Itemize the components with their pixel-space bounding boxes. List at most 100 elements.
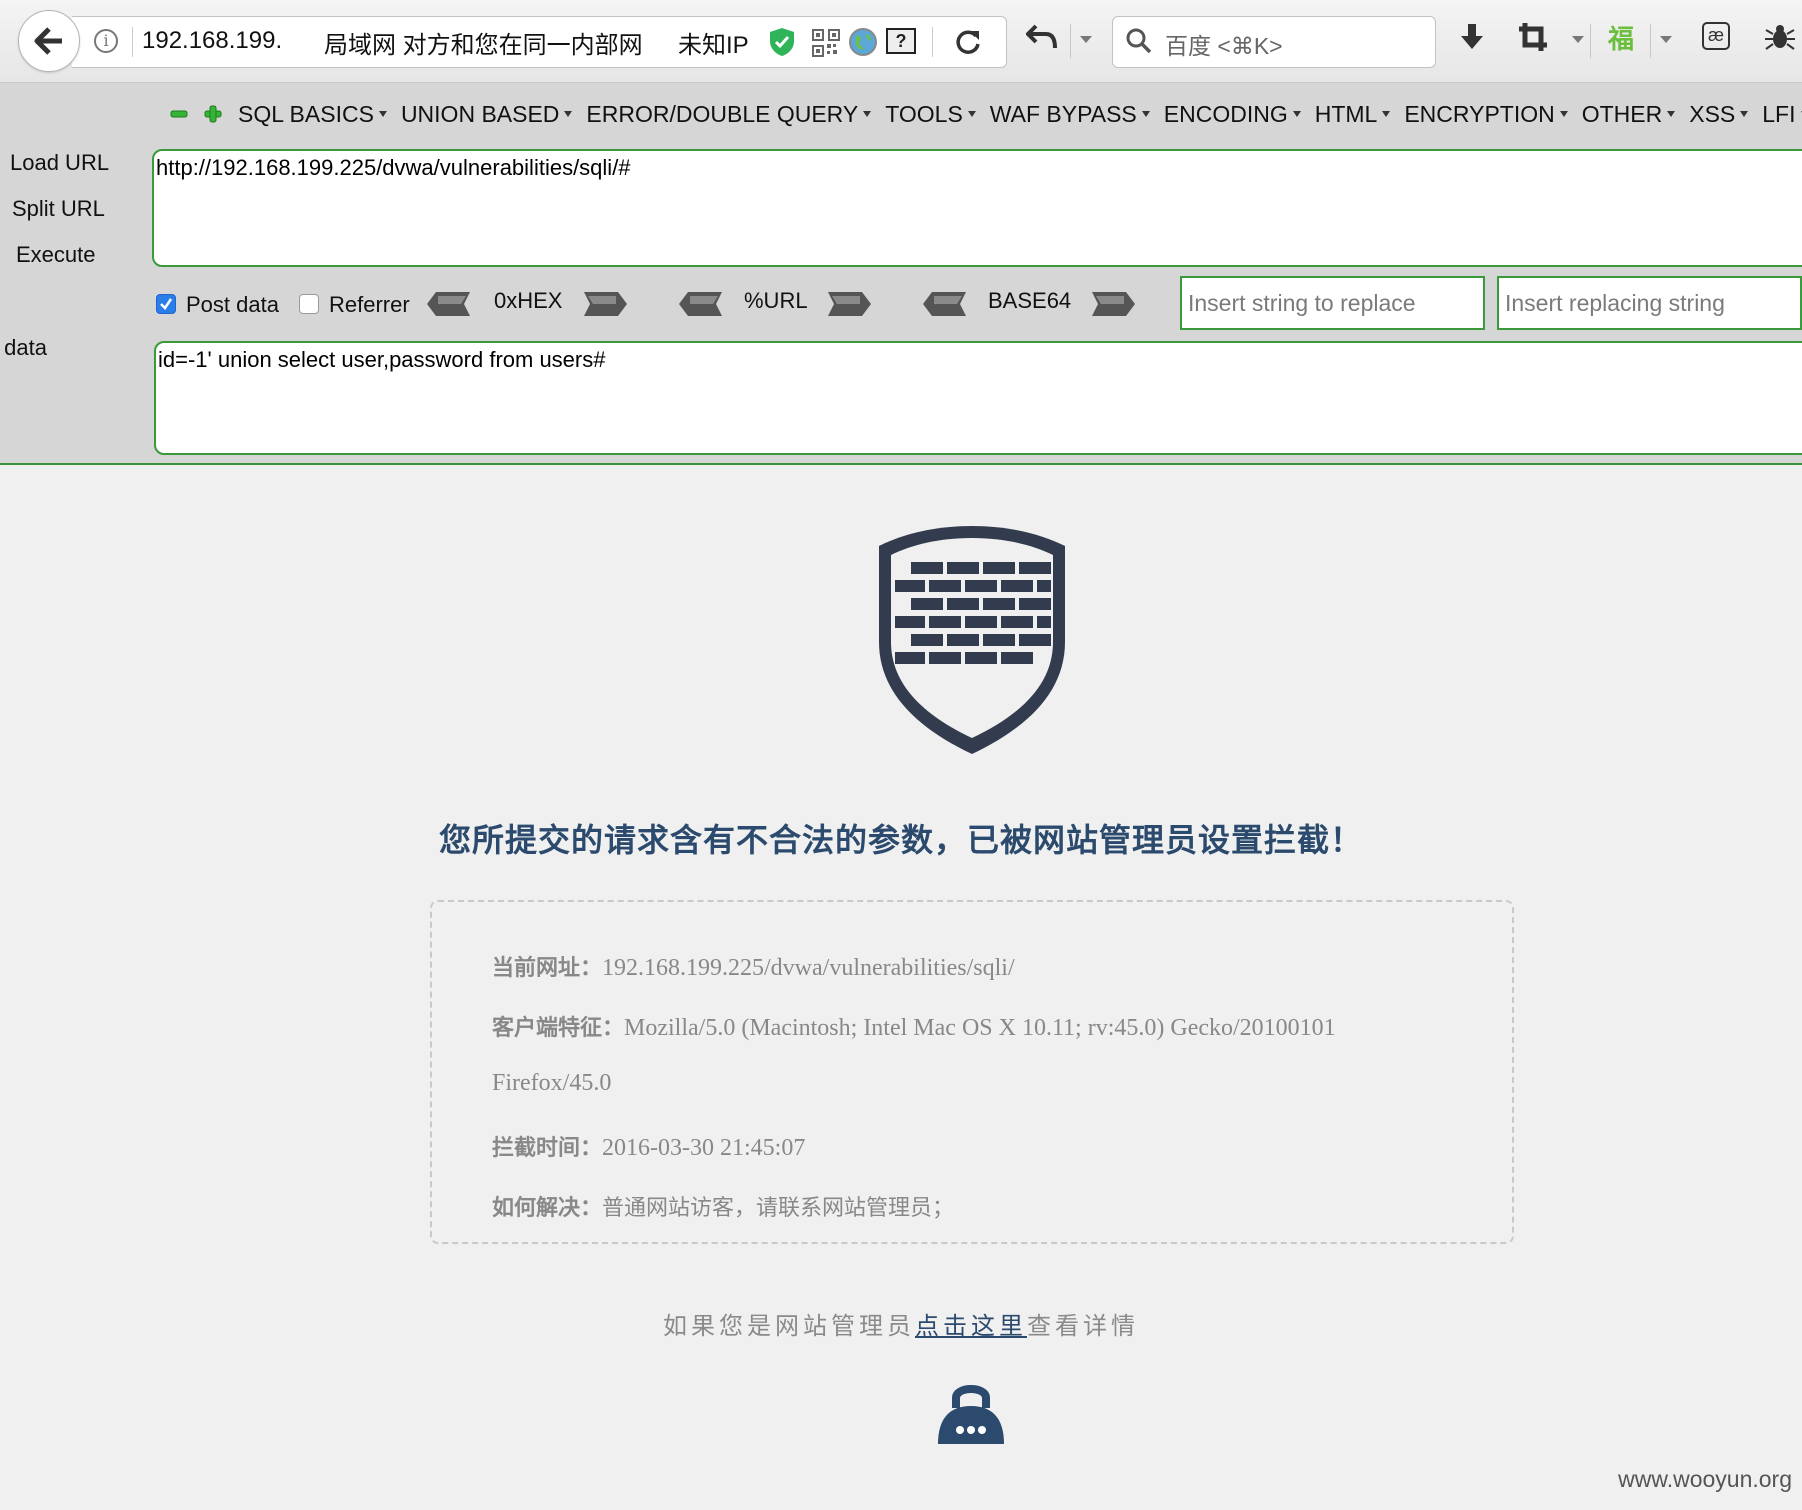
hex-decode-arrow-icon[interactable] [426, 290, 472, 318]
info-label: 客户端特征： [492, 1016, 625, 1041]
dropdown-caret-icon [1292, 111, 1301, 117]
plus-icon[interactable] [204, 105, 222, 123]
info-row-solution: 如何解决：普通网站访客，请联系网站管理员； [492, 1190, 954, 1222]
admin-details-link[interactable]: 点击这里 [915, 1312, 1027, 1340]
post-data-textarea[interactable]: id=-1' union select user,password from u… [154, 341, 1802, 455]
menu-encoding[interactable]: ENCODING [1164, 101, 1301, 128]
toolbar-separator [1650, 24, 1651, 58]
split-url-button[interactable]: Split URL [12, 196, 105, 222]
crop-dropdown-icon[interactable] [1572, 36, 1584, 43]
dropdown-caret-icon [1559, 111, 1568, 117]
url-textarea[interactable]: http://192.168.199.225/dvwa/vulnerabilit… [152, 149, 1802, 267]
checkmark-icon [160, 298, 173, 310]
menu-encryption[interactable]: ENCRYPTION [1404, 101, 1568, 128]
admin-hint-prefix: 如果您是网站管理员 [663, 1312, 915, 1340]
info-icon[interactable]: i [94, 29, 118, 53]
info-row-user-agent: 客户端特征：Mozilla/5.0 (Macintosh; Intel Mac … [492, 1010, 1336, 1042]
hex-label: 0xHEX [494, 288, 563, 313]
info-label: 当前网址： [492, 956, 603, 981]
post-data-checkbox-label: Post data [186, 292, 279, 317]
info-value: Firefox/45.0 [492, 1070, 612, 1096]
qr-code-icon[interactable] [812, 29, 840, 62]
execute-button[interactable]: Execute [16, 242, 96, 268]
network-label: 局域网 对方和您在同一内部网 [324, 32, 643, 59]
referrer-checkbox-label: Referrer [329, 292, 410, 317]
menu-tools[interactable]: TOOLS [885, 101, 976, 128]
base64-encode-arrow-icon[interactable] [1090, 290, 1136, 318]
menu-xss[interactable]: XSS [1689, 101, 1749, 128]
crop-icon[interactable] [1518, 22, 1548, 52]
address-separator [132, 27, 133, 57]
hackbar-panel: SQL BASICS UNION BASED ERROR/DOUBLE QUER… [0, 83, 1802, 465]
firewall-shield-icon [879, 526, 1065, 754]
post-data-label: :data [0, 335, 47, 360]
toolbar-separator [1590, 24, 1591, 58]
arrow-left-icon [34, 27, 62, 55]
menu-union-based[interactable]: UNION BASED [401, 101, 573, 128]
dropdown-caret-icon [1141, 111, 1150, 117]
globe-icon[interactable] [848, 27, 878, 62]
post-data-checkbox[interactable] [156, 294, 176, 314]
info-value: 普通网站访客，请联系网站管理员； [602, 1196, 955, 1221]
load-url-button[interactable]: Load URL [10, 150, 109, 176]
replacing-string-input[interactable]: Insert replacing string [1497, 276, 1802, 330]
search-input[interactable]: 百度 <⌘K> [1112, 16, 1436, 68]
dropdown-caret-icon [1382, 111, 1391, 117]
dropdown-caret-icon [863, 111, 872, 117]
admin-hint-suffix: 查看详情 [1027, 1312, 1139, 1340]
undo-dropdown-icon[interactable] [1080, 36, 1092, 43]
dropdown-caret-icon [967, 111, 976, 117]
menu-waf-bypass[interactable]: WAF BYPASS [990, 101, 1150, 128]
url-decode-arrow-icon[interactable] [678, 290, 724, 318]
base64-label: BASE64 [988, 288, 1072, 313]
lock-icon [938, 1385, 1004, 1444]
dropdown-caret-icon [1740, 111, 1749, 117]
search-icon [1126, 28, 1152, 54]
info-row-user-agent-cont: Firefox/45.0 [492, 1070, 611, 1097]
block-info-panel: 当前网址：192.168.199.225/dvwa/vulnerabilitie… [430, 900, 1514, 1244]
dropdown-caret-icon [564, 111, 573, 117]
back-button[interactable] [18, 10, 80, 72]
browser-toolbar: i 192.168.199. 局域网 对方和您在同一内部网 未知IP ? 百度 … [0, 0, 1802, 83]
help-icon[interactable]: ? [886, 28, 916, 54]
replace-string-input[interactable]: Insert string to replace [1180, 276, 1485, 330]
ae-dictionary-icon[interactable]: æ [1702, 22, 1730, 50]
info-value: 2016-03-30 21:45:07 [602, 1135, 806, 1161]
green-character-icon[interactable]: 福 [1606, 22, 1638, 54]
undo-icon[interactable] [1026, 22, 1058, 50]
info-value: 192.168.199.225/dvwa/vulnerabilities/sql… [602, 955, 1015, 981]
toolbar-separator [1070, 24, 1071, 58]
ip-label: 未知IP [678, 32, 749, 59]
referrer-checkbox[interactable] [299, 294, 319, 314]
menu-other[interactable]: OTHER [1582, 101, 1676, 128]
download-icon[interactable] [1458, 22, 1486, 52]
shield-check-icon[interactable] [768, 27, 796, 62]
info-label: 拦截时间： [492, 1136, 603, 1161]
search-placeholder: 百度 <⌘K> [1165, 33, 1283, 59]
info-value: Mozilla/5.0 (Macintosh; Intel Mac OS X 1… [624, 1015, 1336, 1041]
info-row-url: 当前网址：192.168.199.225/dvwa/vulnerabilitie… [492, 950, 1015, 982]
info-row-time: 拦截时间：2016-03-30 21:45:07 [492, 1130, 805, 1162]
dropdown-caret-icon [378, 111, 387, 117]
block-message-title: 您所提交的请求含有不合法的参数，已被网站管理员设置拦截！ [438, 822, 1363, 858]
url-encode-arrow-icon[interactable] [826, 290, 872, 318]
menu-sql-basics[interactable]: SQL BASICS [238, 101, 387, 128]
url-label: %URL [744, 288, 808, 313]
minus-icon[interactable] [170, 105, 188, 123]
address-separator-2 [932, 27, 933, 57]
address-text[interactable]: 192.168.199. [142, 27, 282, 55]
reload-icon[interactable] [954, 28, 982, 61]
info-label: 如何解决： [492, 1196, 603, 1221]
menu-error-double-query[interactable]: ERROR/DOUBLE QUERY [586, 101, 872, 128]
admin-hint: 如果您是网站管理员点击这里查看详情 [0, 1306, 1802, 1341]
hackbar-menu: SQL BASICS UNION BASED ERROR/DOUBLE QUER… [170, 99, 1802, 129]
hex-encode-arrow-icon[interactable] [582, 290, 628, 318]
watermark: www.wooyun.org [1618, 1466, 1792, 1492]
extension-dropdown-icon[interactable] [1660, 36, 1672, 43]
svg-text:福: 福 [1607, 25, 1634, 54]
base64-decode-arrow-icon[interactable] [922, 290, 968, 318]
bug-icon[interactable] [1764, 22, 1796, 52]
menu-html[interactable]: HTML [1315, 101, 1391, 128]
menu-lfi[interactable]: LFI [1762, 101, 1802, 128]
address-bar[interactable]: i 192.168.199. 局域网 对方和您在同一内部网 未知IP ? [72, 16, 1007, 68]
